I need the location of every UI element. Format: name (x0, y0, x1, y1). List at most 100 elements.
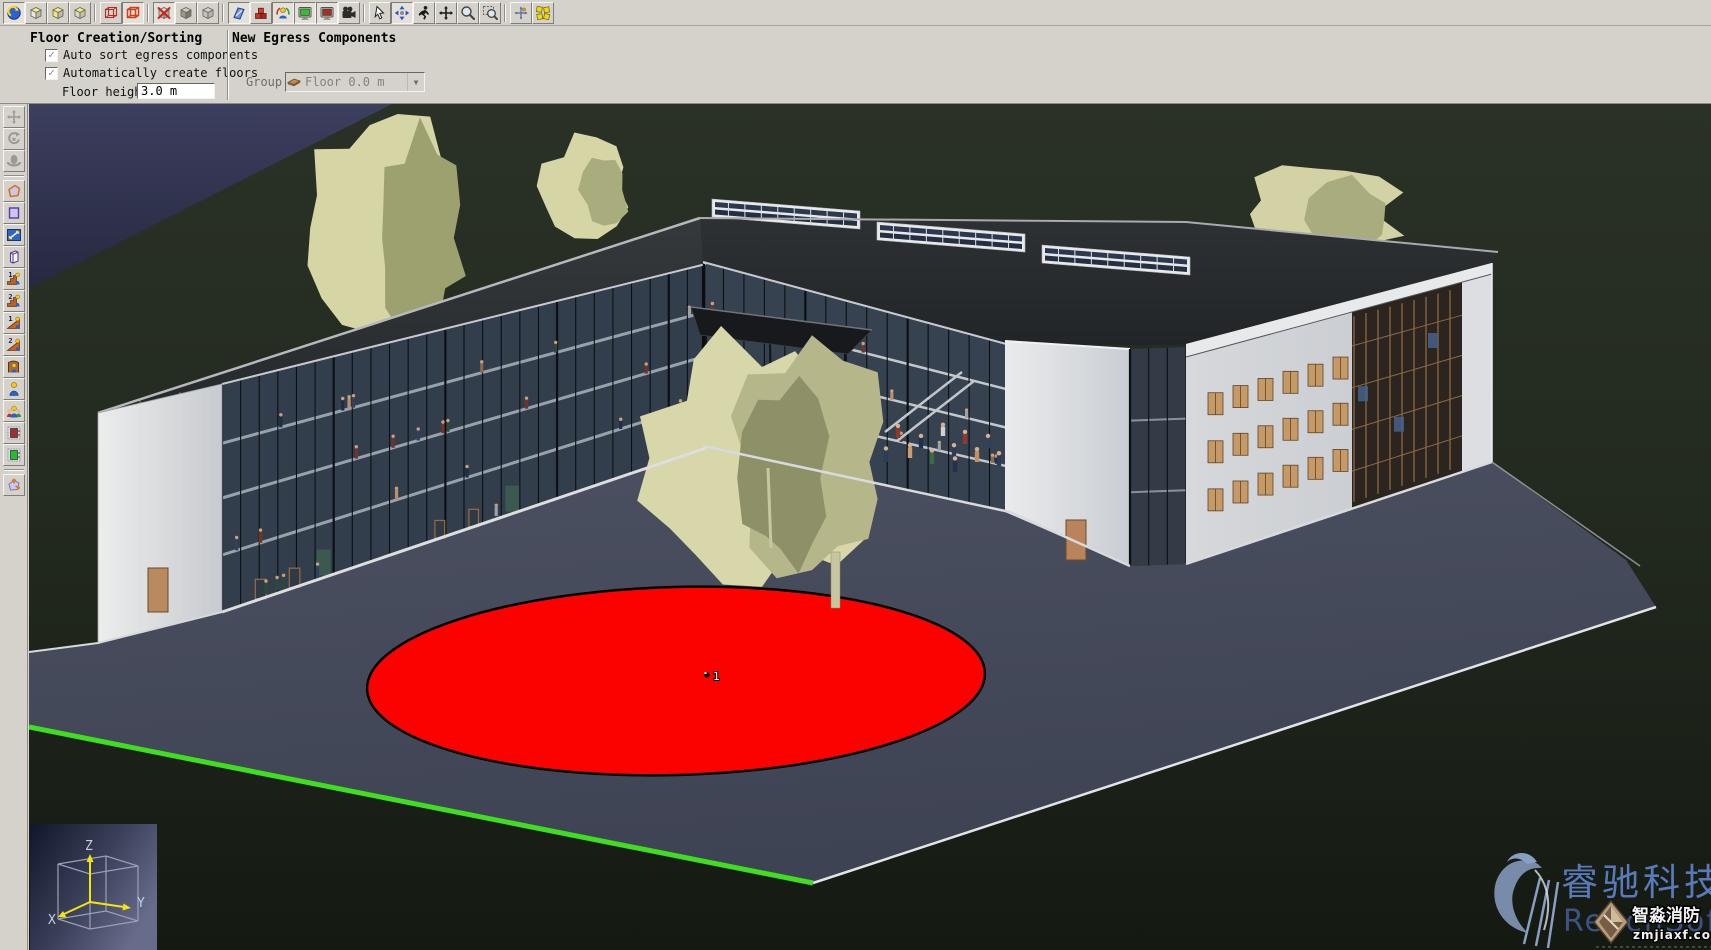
wall-tool-icon (10, 251, 18, 263)
ramp-one-way-tool-icon: 1 (7, 315, 19, 328)
toolbar-separator (501, 3, 510, 23)
zoom-tool-button[interactable] (457, 2, 479, 24)
group-dropdown[interactable]: Floor 0.0 m ▼ (285, 72, 425, 92)
occupant-group-tool-button[interactable] (3, 400, 25, 422)
scene-canvas[interactable]: 1 Z X Y (29, 104, 1711, 950)
panel-separator (227, 30, 229, 100)
toolbar-separator (91, 3, 100, 23)
view-cube-side-button[interactable] (47, 2, 69, 24)
occupant-tool-icon (9, 382, 17, 395)
glass-pane-icon (234, 8, 244, 19)
chevron-down-icon[interactable]: ▼ (407, 73, 424, 91)
select-cursor-button[interactable] (369, 2, 391, 24)
gable-door (148, 568, 168, 612)
door-tool-icon (8, 427, 20, 439)
monitor-red-button[interactable] (316, 2, 338, 24)
check-icon: ✓ (48, 49, 55, 60)
group-value: Floor 0.0 m (305, 75, 407, 89)
pan-tool-icon (439, 6, 453, 20)
watermark-brand-cn: 睿驰科技 (1561, 861, 1711, 904)
slab-edit-tool-icon (7, 230, 20, 241)
3d-viewport[interactable]: 1 Z X Y (29, 104, 1711, 950)
red-boxes-button[interactable] (250, 2, 272, 24)
solid-cube-button[interactable] (175, 2, 197, 24)
hide-object-button[interactable] (153, 2, 175, 24)
camera-button[interactable] (338, 2, 360, 24)
doorway-tool-icon (8, 361, 18, 373)
show-occupants-icon (277, 7, 289, 18)
ramp-two-way-tool-icon: 2 (7, 337, 19, 350)
wall-tool-button[interactable] (3, 246, 25, 268)
checkbox-box[interactable]: ✓ (45, 67, 58, 80)
view-cube-front-icon (31, 7, 41, 18)
exit-door-tool-icon (8, 449, 20, 461)
monitor-red-icon (321, 7, 333, 19)
walk-tool-button[interactable] (413, 2, 435, 24)
grid-toggle-button[interactable] (532, 2, 554, 24)
wireframe-cube-active-button[interactable] (122, 2, 144, 24)
view-cube-top-icon (75, 7, 85, 18)
checkbox-box[interactable]: ✓ (45, 49, 58, 62)
wireframe-cube-button[interactable] (100, 2, 122, 24)
transform-polygon-tool-icon (9, 479, 20, 490)
rectangle-tool-button[interactable] (3, 202, 25, 224)
stair-two-way-tool-icon: 2 (7, 293, 19, 306)
zoom-tool-icon (462, 7, 474, 19)
watermark-badge-name: 智淼消防 (1632, 905, 1700, 926)
transform-polygon-tool-button[interactable] (3, 474, 25, 496)
ramp-one-way-tool-button[interactable]: 1 (3, 312, 25, 334)
solid-cube-icon (181, 7, 191, 18)
toolbar-separator (4, 172, 24, 180)
zoom-box-tool-button[interactable] (479, 2, 501, 24)
view-cube-top-button[interactable] (69, 2, 91, 24)
slab-edit-tool-button[interactable] (3, 224, 25, 246)
check-icon: ✓ (48, 67, 55, 78)
exit-door-tool-button[interactable] (3, 444, 25, 466)
wireframe-cube-icon (106, 7, 117, 17)
svg-text:2: 2 (8, 293, 12, 301)
orbit-tool-button[interactable] (391, 2, 413, 24)
ghost-cube-button[interactable] (197, 2, 219, 24)
rotate-view-button (3, 128, 25, 150)
show-occupants-button[interactable] (272, 2, 294, 24)
axis-z-label: Z (85, 839, 93, 854)
stair-one-way-tool-button[interactable]: 1 (3, 268, 25, 290)
grid-toggle-icon (536, 6, 549, 19)
svg-text:2: 2 (8, 337, 12, 345)
tower-door (1066, 520, 1086, 560)
main-toolbar (0, 0, 1711, 26)
glass-pane-button[interactable] (228, 2, 250, 24)
floor-height-input[interactable] (137, 83, 215, 99)
door-tool-button[interactable] (3, 422, 25, 444)
pan-view-icon (7, 110, 21, 124)
nav-sphere-button[interactable] (3, 2, 25, 24)
rectangle-tool-icon (9, 208, 18, 218)
occupant-count-label: 1 (713, 670, 720, 683)
red-boxes-icon (256, 8, 267, 18)
view-cube-side-icon (53, 7, 63, 18)
occupant-tool-button[interactable] (3, 378, 25, 400)
orbit-view-button (3, 150, 25, 172)
snap-point-icon (515, 6, 528, 19)
polygon-tool-button[interactable] (3, 180, 25, 202)
monitor-green-button[interactable] (294, 2, 316, 24)
polygon-tool-icon (9, 186, 20, 197)
pan-tool-button[interactable] (435, 2, 457, 24)
doorway-tool-button[interactable] (3, 356, 25, 378)
toolbar-separator (4, 466, 24, 474)
stair-two-way-tool-button[interactable]: 2 (3, 290, 25, 312)
ramp-two-way-tool-button[interactable]: 2 (3, 334, 25, 356)
options-panel: Floor Creation/Sorting ✓ Auto sort egres… (0, 26, 1711, 104)
svg-text:1: 1 (8, 271, 12, 279)
axis-gizmo: Z X Y (30, 824, 157, 950)
axis-y-label: Y (137, 896, 145, 911)
axis-x-label: X (48, 913, 56, 928)
recess-facade (1130, 347, 1186, 566)
stair-one-way-tool-icon: 1 (7, 271, 19, 284)
toolbar-separator (219, 3, 228, 23)
rotate-view-icon (9, 132, 20, 143)
group-label: Group: (246, 75, 289, 89)
nav-sphere-icon (8, 6, 20, 18)
snap-point-button[interactable] (510, 2, 532, 24)
view-cube-front-button[interactable] (25, 2, 47, 24)
